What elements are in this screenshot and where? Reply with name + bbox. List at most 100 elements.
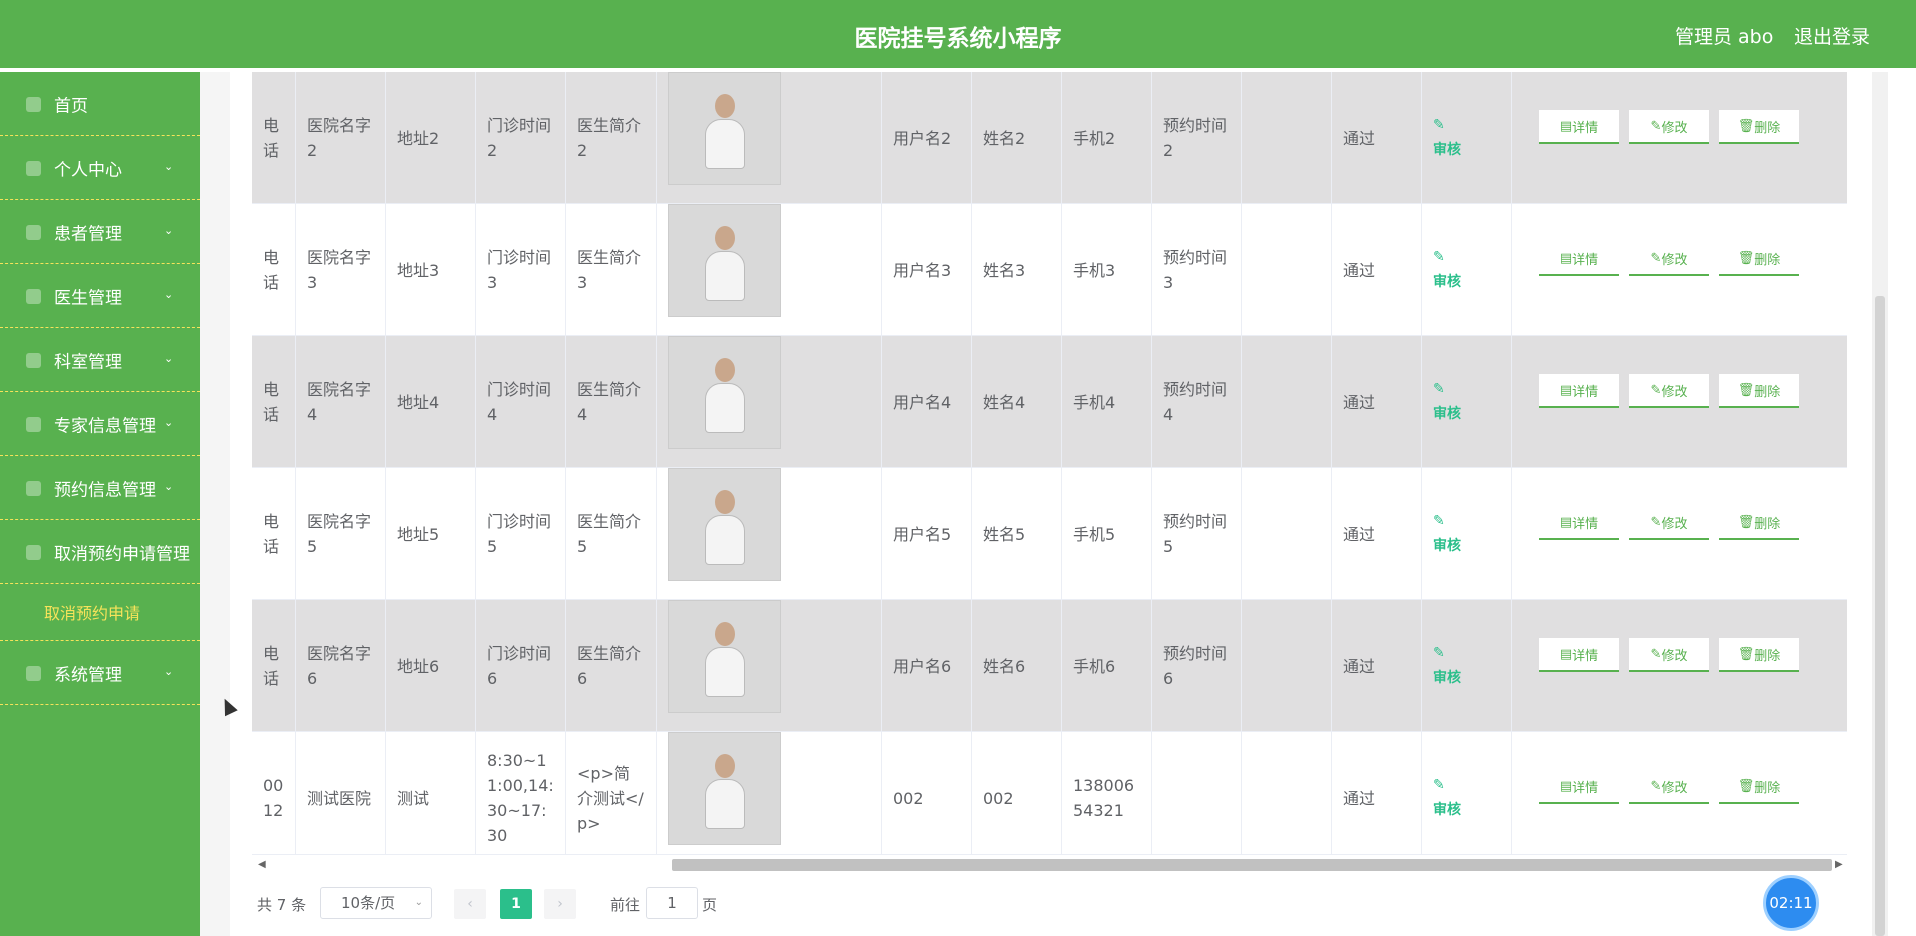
sidebar-item[interactable]: 科室管理 ⌄: [0, 328, 200, 392]
table-cell: 通过: [1332, 72, 1422, 204]
horizontal-scrollbar[interactable]: ◀ ▶: [252, 854, 1847, 874]
data-table: 电话 医院名字2 地址2 门诊时间2 医生简介2 用户名2 姓名2 手机2 预约时间2 通过 ✎ 审…: [252, 72, 1847, 862]
page-size-select[interactable]: 10条/页 ⌄: [320, 887, 432, 919]
sidebar-item[interactable]: 取消预约申请管理: [0, 520, 200, 584]
detail-button[interactable]: ▤ 详情: [1539, 242, 1619, 276]
cell-text: 预约时间4: [1163, 380, 1228, 424]
document-icon: ▤: [1559, 514, 1573, 530]
page-number-button[interactable]: 1: [500, 889, 532, 919]
table-cell: <p>简介测试</p>: [566, 732, 657, 862]
edit-icon: ✎: [1650, 250, 1662, 266]
table-cell: 预约时间3: [1152, 204, 1242, 336]
audit-button[interactable]: ✎ 审核: [1433, 773, 1461, 823]
scroll-left-icon[interactable]: ◀: [258, 859, 266, 870]
table-cell: 手机4: [1062, 336, 1152, 468]
audit-cell: ✎ 审核: [1422, 204, 1512, 336]
timer-badge[interactable]: 02:11: [1763, 875, 1819, 931]
chevron-left-icon: ‹: [467, 896, 473, 912]
scrollbar-thumb[interactable]: [672, 859, 1832, 871]
sidebar-subitem[interactable]: 取消预约申请: [0, 584, 200, 641]
goto-page-input[interactable]: 1: [646, 887, 698, 919]
table-cell: 医院名字6: [296, 600, 386, 732]
chevron-down-icon: ⌄: [164, 479, 174, 493]
detail-label: 详情: [1572, 516, 1599, 532]
table-cell: 通过: [1332, 732, 1422, 862]
chevron-right-icon: ›: [557, 896, 563, 912]
delete-button[interactable]: 🗑 删除: [1719, 110, 1799, 144]
cell-text: 姓名5: [983, 524, 1026, 544]
sidebar-item[interactable]: 患者管理 ⌄: [0, 200, 200, 264]
delete-button[interactable]: 🗑 删除: [1719, 506, 1799, 540]
table-cell: 姓名4: [972, 336, 1062, 468]
delete-button[interactable]: 🗑 删除: [1719, 770, 1799, 804]
edit-button[interactable]: ✎ 修改: [1629, 506, 1709, 540]
audit-button[interactable]: ✎ 审核: [1433, 509, 1461, 559]
detail-button[interactable]: ▤ 详情: [1539, 770, 1619, 804]
audit-button[interactable]: ✎ 审核: [1433, 641, 1461, 691]
detail-button[interactable]: ▤ 详情: [1539, 374, 1619, 408]
audit-button[interactable]: ✎ 审核: [1433, 377, 1461, 427]
edit-icon: ✎: [1433, 513, 1445, 529]
delete-button[interactable]: 🗑 删除: [1719, 242, 1799, 276]
scroll-right-icon[interactable]: ▶: [1835, 859, 1843, 870]
trash-icon: 🗑: [1737, 514, 1755, 530]
cell-text: 002: [893, 788, 924, 808]
logout-link[interactable]: 退出登录: [1794, 22, 1870, 49]
chevron-down-icon: ⌄: [164, 287, 174, 301]
audit-button[interactable]: ✎ 审核: [1433, 113, 1461, 163]
cell-text: 通过: [1343, 656, 1376, 676]
doctor-icon: [26, 288, 41, 304]
vertical-scrollbar[interactable]: [1872, 72, 1888, 936]
sidebar-item[interactable]: 首页: [0, 72, 200, 136]
edit-icon: ✎: [1650, 382, 1662, 398]
prev-page-button[interactable]: ‹: [454, 889, 486, 919]
cell-text: 电话: [263, 512, 280, 556]
table-row: 电话 医院名字6 地址6 门诊时间6 医生简介6 用户名6 姓名6 手机6 预约时间6 通过 ✎ 审…: [252, 600, 1847, 732]
table-cell: 002: [882, 732, 972, 862]
table-cell: 用户名4: [882, 336, 972, 468]
table-row: 0012 测试医院 测试 8:30~11:00,14:30~17:30 <p>简介测试<…: [252, 732, 1847, 862]
sidebar-item[interactable]: 预约信息管理 ⌄: [0, 456, 200, 520]
table-cell: 医生简介5: [566, 468, 657, 600]
cell-text: 门诊时间3: [487, 248, 552, 292]
table-cell: 预约时间2: [1152, 72, 1242, 204]
table-cell: 电话: [252, 468, 296, 600]
table-cell: 通过: [1332, 468, 1422, 600]
edit-button[interactable]: ✎ 修改: [1629, 638, 1709, 672]
cell-text: 通过: [1343, 260, 1376, 280]
delete-button[interactable]: 🗑 删除: [1719, 638, 1799, 672]
edit-label: 修改: [1661, 252, 1688, 268]
cell-text: 医院名字2: [307, 116, 372, 160]
vertical-scrollbar-thumb[interactable]: [1875, 296, 1885, 936]
edit-button[interactable]: ✎ 修改: [1629, 374, 1709, 408]
table-cell: 医生简介4: [566, 336, 657, 468]
sidebar-item[interactable]: 系统管理 ⌄: [0, 641, 200, 705]
cell-text: 医院名字6: [307, 644, 372, 688]
sidebar-item-label: 患者管理: [54, 224, 122, 244]
audit-cell: ✎ 审核: [1422, 732, 1512, 862]
cell-text: 电话: [263, 380, 280, 424]
sidebar-item[interactable]: 专家信息管理 ⌄: [0, 392, 200, 456]
cell-text: 姓名4: [983, 392, 1026, 412]
audit-label: 审核: [1433, 670, 1461, 686]
delete-button[interactable]: 🗑 删除: [1719, 374, 1799, 408]
cell-text: 电话: [263, 248, 280, 292]
department-icon: [26, 352, 41, 368]
cell-text: 地址4: [397, 392, 440, 412]
edit-button[interactable]: ✎ 修改: [1629, 242, 1709, 276]
cell-text: 002: [983, 788, 1014, 808]
cell-text: 预约时间2: [1163, 116, 1228, 160]
table-cell: 用户名3: [882, 204, 972, 336]
detail-button[interactable]: ▤ 详情: [1539, 506, 1619, 540]
audit-button[interactable]: ✎ 审核: [1433, 245, 1461, 295]
detail-button[interactable]: ▤ 详情: [1539, 110, 1619, 144]
sidebar-item[interactable]: 个人中心 ⌄: [0, 136, 200, 200]
table-cell: 医生简介3: [566, 204, 657, 336]
home-icon: [26, 96, 41, 112]
next-page-button[interactable]: ›: [544, 889, 576, 919]
edit-button[interactable]: ✎ 修改: [1629, 770, 1709, 804]
edit-button[interactable]: ✎ 修改: [1629, 110, 1709, 144]
detail-button[interactable]: ▤ 详情: [1539, 638, 1619, 672]
delete-label: 删除: [1754, 648, 1781, 664]
sidebar-item[interactable]: 医生管理 ⌄: [0, 264, 200, 328]
